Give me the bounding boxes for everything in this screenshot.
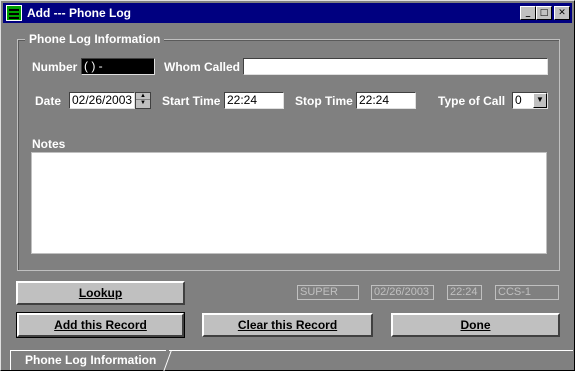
start-time-field[interactable]: 22:24	[224, 92, 284, 109]
whom-called-label: Whom Called	[164, 60, 241, 74]
status-code: CCS-1	[495, 285, 559, 300]
spin-arrows-icon[interactable]: ▲ ▼	[135, 92, 151, 109]
start-time-label: Start Time	[162, 94, 221, 108]
chevron-down-icon[interactable]: ▼	[533, 93, 547, 108]
lookup-button-label: Lookup	[78, 286, 123, 300]
maximize-icon[interactable]: □	[536, 6, 552, 20]
type-of-call-value: 0	[515, 93, 522, 107]
phone-log-window: Add --- Phone Log _ □ ✕ Phone Log Inform…	[0, 0, 575, 371]
type-of-call-label: Type of Call	[438, 94, 506, 108]
status-user: SUPER	[297, 285, 359, 300]
minimize-icon[interactable]: _	[520, 6, 536, 20]
status-time: 22:24	[447, 285, 482, 300]
status-date: 02/26/2003	[371, 285, 434, 300]
title-bar[interactable]: Add --- Phone Log _ □ ✕	[3, 3, 572, 23]
number-label: Number	[32, 60, 78, 74]
phone-log-app-icon[interactable]	[6, 5, 22, 21]
spin-down-icon[interactable]: ▼	[136, 100, 150, 107]
done-button-label: Done	[460, 318, 491, 332]
tab-label: Phone Log Information	[25, 353, 157, 367]
groupbox-legend: Phone Log Information	[25, 32, 165, 46]
tab-strip-divider	[169, 350, 573, 351]
lookup-button[interactable]: Lookup	[16, 281, 185, 305]
date-label: Date	[35, 94, 62, 108]
tab-phone-log-information[interactable]: Phone Log Information	[10, 350, 166, 370]
notes-textarea[interactable]	[31, 152, 547, 254]
done-button[interactable]: Done	[391, 313, 560, 337]
close-icon[interactable]: ✕	[554, 6, 570, 20]
add-record-button[interactable]: Add this Record	[16, 312, 185, 338]
date-field[interactable]: 02/26/2003	[69, 92, 135, 109]
window-title: Add --- Phone Log	[27, 6, 131, 20]
notes-label: Notes	[32, 137, 66, 151]
stop-time-field[interactable]: 22:24	[356, 92, 416, 109]
number-field[interactable]: ( ) -	[81, 58, 155, 75]
type-of-call-select[interactable]: 0 ▼	[512, 92, 548, 109]
stop-time-label: Stop Time	[295, 94, 353, 108]
add-record-button-label: Add this Record	[54, 318, 147, 332]
whom-called-field[interactable]	[243, 58, 548, 75]
clear-record-button[interactable]: Clear this Record	[202, 313, 373, 337]
spin-up-icon[interactable]: ▲	[136, 93, 150, 100]
clear-record-button-label: Clear this Record	[237, 318, 338, 332]
